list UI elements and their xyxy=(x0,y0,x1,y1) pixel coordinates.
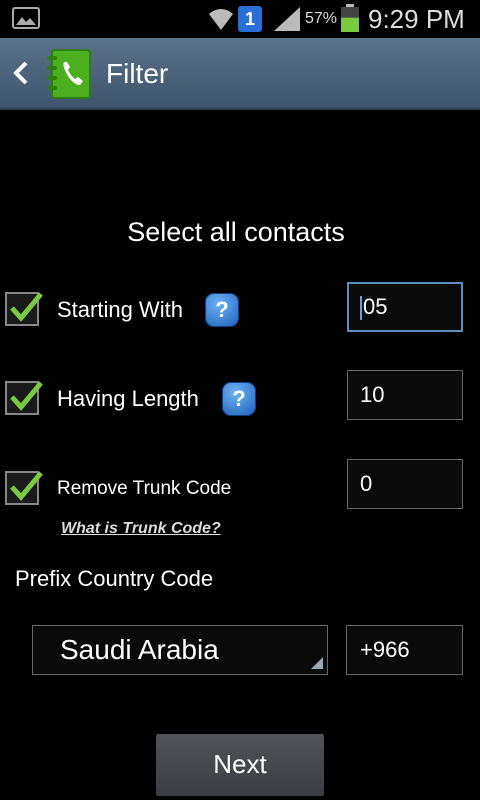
trunk-code-input[interactable]: 0 xyxy=(347,459,463,509)
starting-with-label: Starting With xyxy=(57,297,183,322)
having-length-input[interactable]: 10 xyxy=(347,370,463,420)
status-bar: 1 57% 9:29 PM xyxy=(0,0,480,38)
country-code-input[interactable]: +966 xyxy=(346,625,463,675)
action-bar: Filter xyxy=(0,38,480,110)
battery-icon xyxy=(341,4,359,32)
having-length-help-icon[interactable]: ? xyxy=(222,382,256,416)
wifi-icon xyxy=(209,9,233,30)
dropdown-arrow-icon xyxy=(311,657,323,669)
starting-with-value: 05 xyxy=(363,294,388,319)
text-cursor xyxy=(360,296,362,321)
starting-with-help-icon[interactable]: ? xyxy=(205,293,239,327)
remove-trunk-code-label: Remove Trunk Code xyxy=(57,478,232,499)
prefix-country-code-label: Prefix Country Code xyxy=(15,566,214,591)
country-select-value: Saudi Arabia xyxy=(60,634,219,665)
clock: 9:29 PM xyxy=(368,4,465,34)
next-button[interactable]: Next xyxy=(156,734,324,796)
starting-with-checkbox[interactable] xyxy=(5,292,43,326)
select-all-heading: Select all contacts xyxy=(127,217,345,247)
signal-icon xyxy=(274,7,300,31)
remove-trunk-code-checkbox[interactable] xyxy=(5,471,43,505)
what-is-trunk-code-link[interactable]: What is Trunk Code? xyxy=(61,520,221,538)
country-select[interactable]: Saudi Arabia xyxy=(32,625,328,675)
having-length-label: Having Length xyxy=(57,386,199,411)
page-title: Filter xyxy=(106,58,169,89)
notification-count-badge: 1 xyxy=(238,6,262,32)
battery-percent: 57% xyxy=(305,10,338,27)
phone-book-icon[interactable] xyxy=(44,48,94,100)
gallery-icon xyxy=(12,7,40,29)
having-length-checkbox[interactable] xyxy=(5,381,43,415)
starting-with-input[interactable]: 05 xyxy=(347,282,463,332)
chevron-left-icon[interactable] xyxy=(10,58,32,88)
